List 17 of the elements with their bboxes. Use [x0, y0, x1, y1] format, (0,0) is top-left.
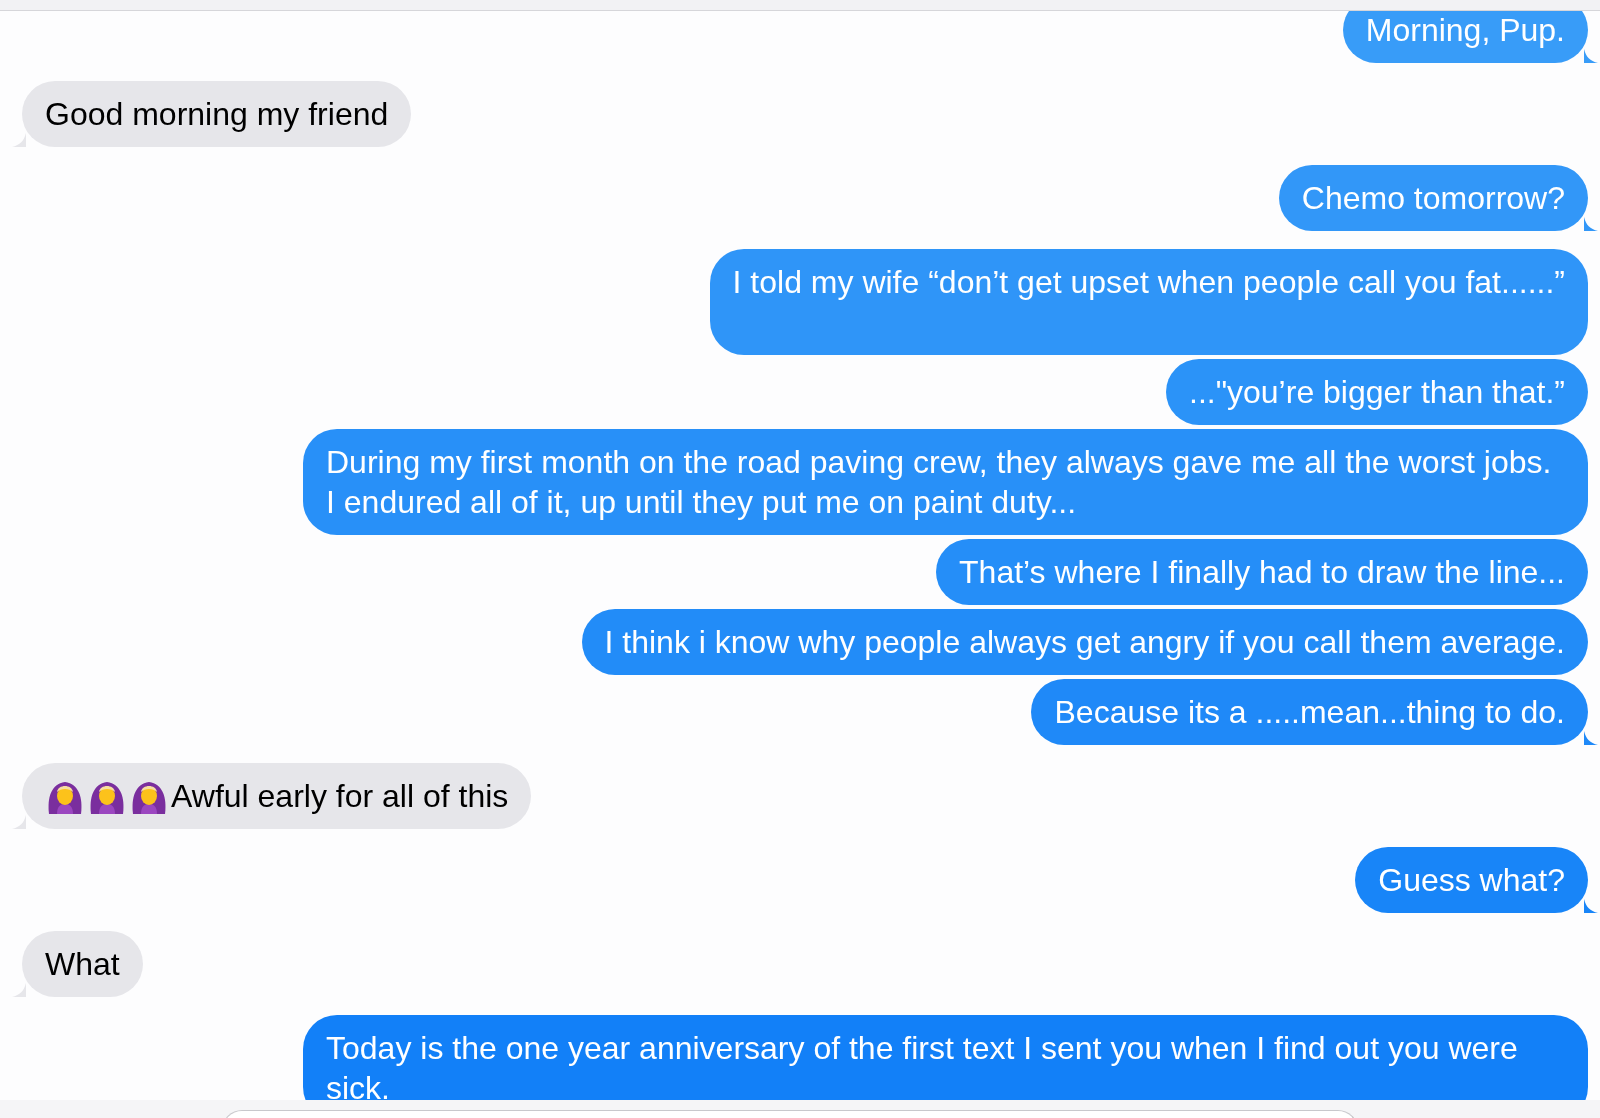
received-message-bubble: Good morning my friend [22, 81, 412, 147]
sent-message-bubble: Because its a .....mean...thing to do. [1031, 679, 1588, 745]
sent-message-bubble: Chemo tomorrow? [1278, 165, 1588, 231]
bubble-tail-icon [1584, 49, 1598, 63]
sent-message-bubble: I think i know why people always get angry if you call them average. [581, 609, 1588, 675]
sent-message-bubble: ..."you’re bigger than that.” [1166, 359, 1588, 425]
received-message-bubble: What [22, 931, 143, 997]
sent-message-bubble: Morning, Pup. [1342, 11, 1588, 63]
sent-message-bubble: During my first month on the road paving crew, they always gave me all the worst jobs. I endured all of it, up until they put me on paint duty... [303, 429, 1588, 535]
sent-message-bubble: That’s where I finally had to draw the line... [936, 539, 1588, 605]
bubble-tail-icon [1584, 217, 1598, 231]
sent-message-bubble: Today is the one year anniversary of the first text I sent you when I find out you were sick. [303, 1015, 1588, 1100]
sent-message-bubble: I told my wife “don’t get upset when people call you fat......” [709, 249, 1588, 355]
received-message-bubble: Awful early for all of this [22, 763, 532, 829]
bubble-tail-icon [1584, 731, 1598, 745]
sent-message-bubble: Guess what? [1355, 847, 1588, 913]
bubble-tail-icon [1584, 899, 1598, 913]
